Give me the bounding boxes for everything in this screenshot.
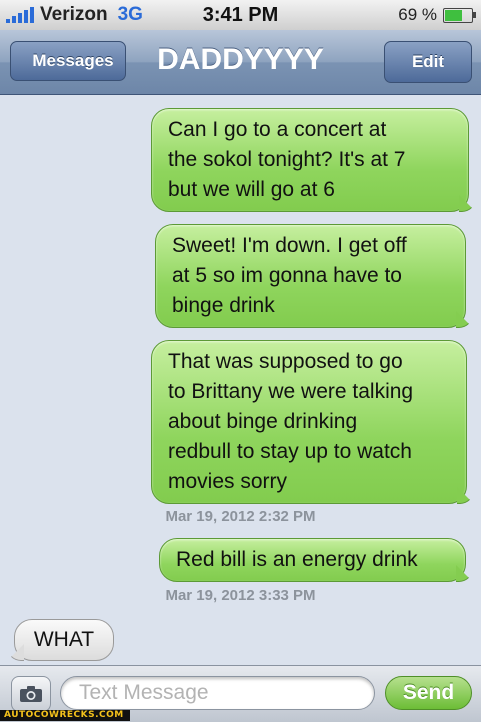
message-line: redbull to stay up to watch — [168, 440, 412, 463]
message-bubble-sent[interactable]: Red bill is an energy drink — [159, 538, 466, 582]
message-line: but we will go at 6 — [168, 178, 335, 201]
back-button-label: Messages — [32, 51, 114, 70]
watermark: AUTOCOWRECKS.COM — [0, 710, 130, 721]
message-line: Sweet! I'm down. I get off — [172, 234, 407, 257]
battery-percent: 69 % — [398, 5, 437, 24]
message-bubble-sent[interactable]: Sweet! I'm down. I get off at 5 so im go… — [155, 224, 466, 328]
status-bar: Verizon 3G 3:41 PM 69 % — [0, 0, 481, 31]
edit-button[interactable]: Edit — [384, 41, 472, 83]
message-bubble-sent[interactable]: That was supposed to go to Brittany we w… — [151, 340, 467, 504]
message-line: WHAT — [33, 628, 95, 651]
message-bubble-received[interactable]: WHAT — [14, 619, 114, 661]
message-line: binge drink — [172, 294, 275, 317]
message-line: to Brittany we were talking — [168, 380, 414, 403]
send-button[interactable]: Send — [385, 676, 472, 710]
message-line: movies sorry — [168, 470, 288, 493]
message-bubble-sent[interactable]: Can I go to a concert at the sokol tonig… — [151, 108, 469, 212]
battery-icon — [443, 7, 476, 23]
message-line: at 5 so im gonna have to — [172, 264, 402, 287]
message-input[interactable]: Text Message — [60, 676, 375, 710]
message-timestamp: Mar 19, 2012 3:33 PM — [165, 587, 316, 604]
message-line: Can I go to a concert at — [168, 118, 387, 141]
message-line: Red bill is an energy drink — [176, 548, 418, 571]
message-line: That was supposed to go — [168, 350, 403, 373]
message-timestamp: Mar 19, 2012 2:32 PM — [165, 508, 316, 525]
message-line: about binge drinking — [168, 410, 358, 433]
message-line: the sokol tonight? It's at 7 — [168, 148, 406, 171]
navigation-bar: Messages DADDYYYY Edit — [0, 30, 481, 95]
camera-button[interactable] — [11, 676, 51, 712]
battery-status: 69 % — [398, 5, 476, 25]
camera-icon — [20, 686, 42, 702]
